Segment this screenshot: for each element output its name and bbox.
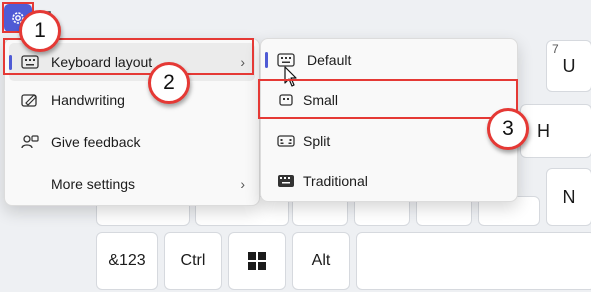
numbers-symbols-key[interactable]: &123 <box>96 232 158 290</box>
menu-item-label: More settings <box>51 176 136 192</box>
keyboard-layout-submenu: Default Small Split Traditional <box>260 38 518 202</box>
step-badge-2: 2 <box>148 62 190 104</box>
keyboard-traditional-icon <box>278 175 294 187</box>
menu-item-label: Handwriting <box>51 92 125 108</box>
menu-item-more-settings[interactable]: More settings › <box>9 165 255 203</box>
chevron-right-icon: › <box>240 176 245 192</box>
key-label: Alt <box>311 252 331 269</box>
key-hint: 7 <box>552 42 559 56</box>
key-label: N <box>562 186 576 207</box>
key-label: &123 <box>108 252 146 269</box>
annotation-box-small <box>258 79 518 119</box>
step-badge-1: 1 <box>19 10 61 52</box>
key-label: U <box>562 55 576 76</box>
ctrl-key[interactable]: Ctrl <box>164 232 222 290</box>
submenu-item-default[interactable]: Default <box>265 41 513 79</box>
submenu-item-split[interactable]: Split <box>265 122 513 160</box>
menu-item-label: Give feedback <box>51 134 141 150</box>
selected-layout-indicator <box>265 52 268 68</box>
key-label: H <box>537 120 550 141</box>
submenu-item-label: Split <box>303 133 331 149</box>
step-badge-3: 3 <box>487 108 529 150</box>
keyboard-split-icon <box>277 135 295 147</box>
space-key[interactable] <box>356 232 591 290</box>
key-h[interactable]: H <box>520 104 591 158</box>
key-n[interactable]: N <box>546 168 591 226</box>
windows-key[interactable] <box>228 232 286 290</box>
key-label: Ctrl <box>180 252 206 269</box>
menu-item-handwriting[interactable]: Handwriting <box>9 81 255 119</box>
alt-key[interactable]: Alt <box>292 232 350 290</box>
handwriting-icon <box>21 94 37 107</box>
windows-logo-icon <box>248 252 266 270</box>
submenu-item-traditional[interactable]: Traditional <box>265 162 513 200</box>
submenu-item-label: Default <box>307 52 352 68</box>
keyboard-default-icon <box>277 53 295 67</box>
menu-item-give-feedback[interactable]: Give feedback <box>9 123 255 161</box>
key-u[interactable]: 7 U <box>546 40 591 92</box>
feedback-icon <box>21 135 39 149</box>
submenu-item-label: Traditional <box>303 173 368 189</box>
